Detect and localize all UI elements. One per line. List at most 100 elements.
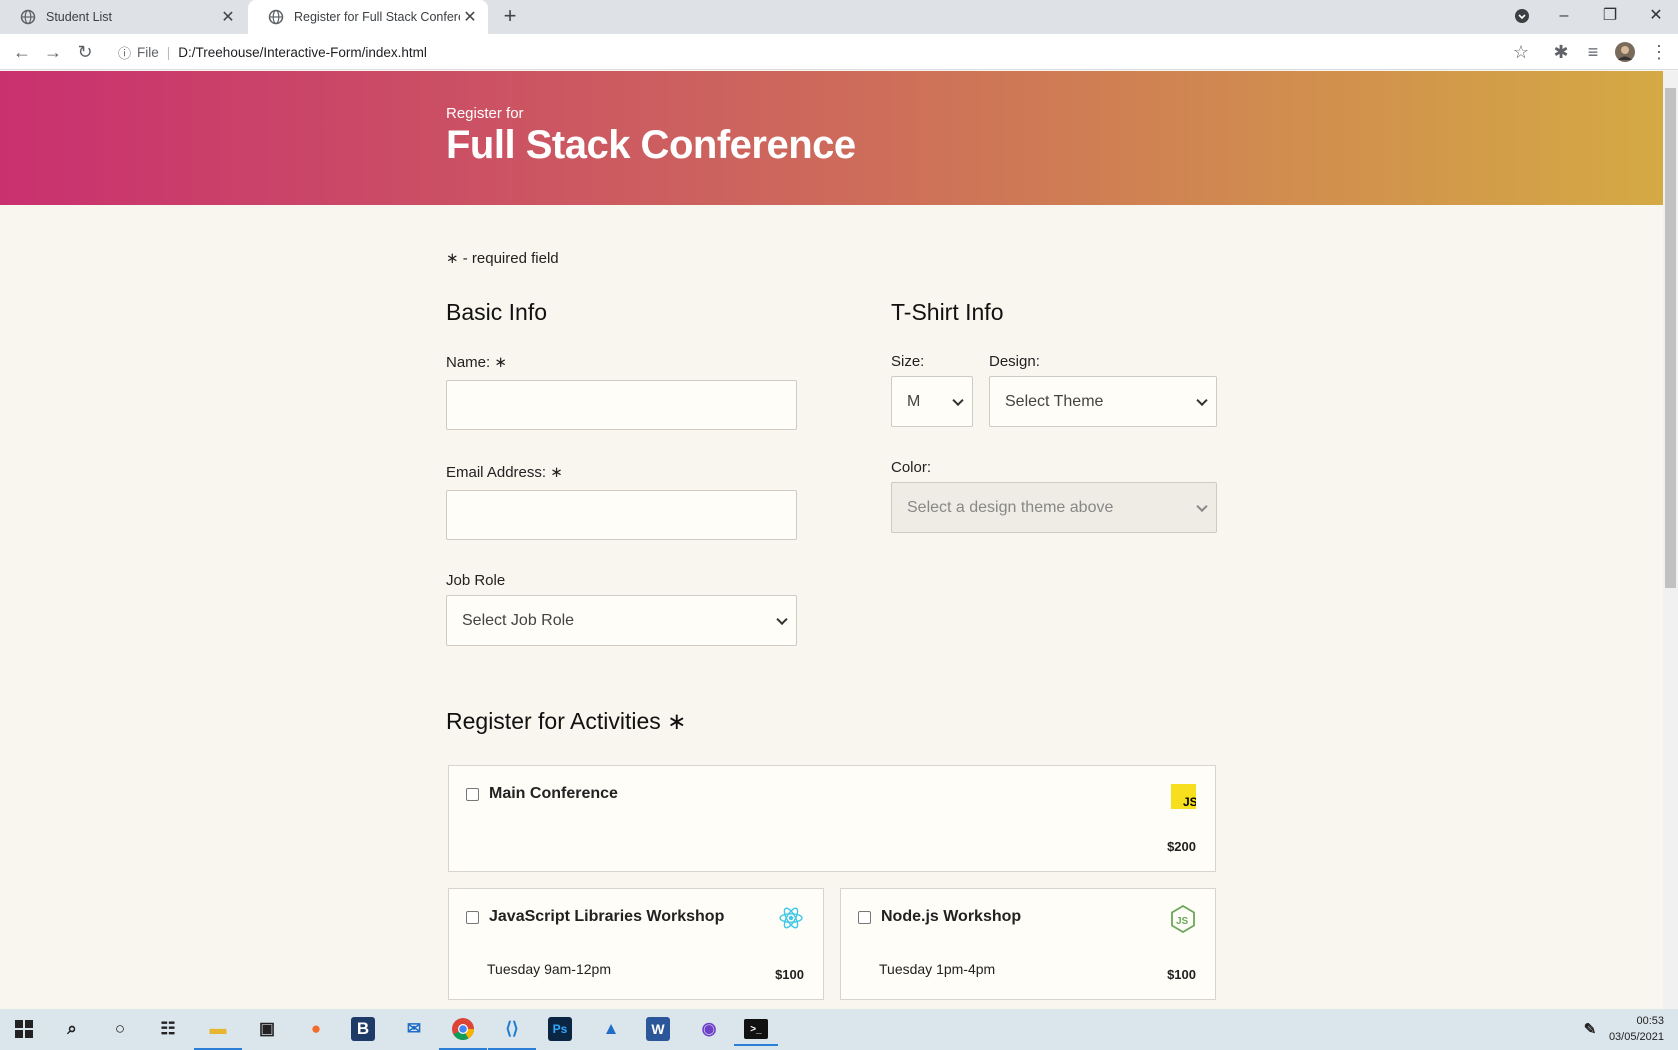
activity-name: Node.js Workshop <box>881 908 1022 925</box>
vscode-icon[interactable]: ⟨⟩ <box>488 1015 536 1050</box>
photos-icon[interactable]: ▲ <box>597 1015 625 1043</box>
color-select[interactable]: Select a design theme above <box>891 482 1217 533</box>
activity-js-libraries[interactable]: JavaScript Libraries Workshop Tuesday 9a… <box>448 888 824 1000</box>
pen-icon[interactable]: ✎ <box>1576 1015 1604 1043</box>
tab-student-list[interactable]: Student List ✕ <box>0 0 246 34</box>
restore-icon[interactable]: ❐ <box>1594 4 1626 28</box>
asterisk-icon: ∗ <box>446 250 459 267</box>
photoshop-icon[interactable]: Ps <box>548 1017 572 1041</box>
chrome-icon[interactable] <box>439 1015 487 1050</box>
asterisk-icon: ∗ <box>667 708 687 734</box>
word-icon[interactable]: W <box>646 1017 670 1041</box>
activity-name: JavaScript Libraries Workshop <box>489 908 725 925</box>
back-icon[interactable]: ← <box>10 40 34 64</box>
media-control-icon[interactable]: ≡ <box>1581 40 1605 64</box>
activity-checkbox[interactable] <box>466 788 479 801</box>
forward-icon[interactable]: → <box>41 40 65 64</box>
close-tab-icon[interactable]: ✕ <box>460 7 480 27</box>
terminal-icon[interactable]: >_ <box>734 1019 778 1046</box>
file-explorer-icon[interactable]: ▬ <box>194 1015 242 1050</box>
page-title: Full Stack Conference <box>446 123 856 167</box>
activity-time: Tuesday 1pm-4pm <box>879 961 996 977</box>
profile-avatar[interactable] <box>1613 40 1637 64</box>
size-select[interactable]: M <box>891 376 973 427</box>
job-role-select[interactable]: Select Job Role <box>446 595 797 646</box>
header-subtitle: Register for <box>446 105 524 122</box>
cortana-icon[interactable]: ○ <box>106 1015 134 1043</box>
info-icon[interactable]: ⓘ <box>118 43 131 62</box>
size-value: M <box>907 392 921 410</box>
firefox-icon[interactable]: ● <box>302 1015 330 1043</box>
react-icon <box>778 905 804 931</box>
globe-icon <box>20 9 36 25</box>
color-value: Select a design theme above <box>907 498 1114 516</box>
browser-tab-bar: Student List ✕ Register for Full Stack C… <box>0 0 1678 34</box>
github-desktop-icon[interactable]: ◉ <box>695 1015 723 1043</box>
bookmark-star-icon[interactable]: ☆ <box>1509 40 1533 64</box>
tab-title: Register for Full Stack Conference <box>294 10 460 24</box>
page-scrollbar[interactable] <box>1663 71 1678 1009</box>
job-role-value: Select Job Role <box>462 611 575 629</box>
menu-kebab-icon[interactable]: ⋮ <box>1647 40 1671 64</box>
tab-register[interactable]: Register for Full Stack Conference ✕ <box>248 0 488 34</box>
asterisk-icon: ∗ <box>494 354 507 371</box>
activity-time: Tuesday 9am-12pm <box>487 961 611 977</box>
chevron-down-icon <box>1196 500 1208 512</box>
chevron-down-icon <box>1196 394 1208 406</box>
chevron-down-icon <box>952 394 964 406</box>
store-icon[interactable]: ▣ <box>253 1015 281 1043</box>
activity-cost: $100 <box>775 967 804 982</box>
basic-info-heading: Basic Info <box>446 299 547 325</box>
minimize-icon[interactable]: – <box>1548 4 1580 28</box>
close-tab-icon[interactable]: ✕ <box>218 7 238 27</box>
bitwarden-icon[interactable]: B <box>351 1017 375 1041</box>
close-window-icon[interactable]: ✕ <box>1640 4 1672 28</box>
activity-name: Main Conference <box>489 785 618 802</box>
activities-heading: Register for Activities ∗ <box>446 708 687 734</box>
system-clock[interactable]: 00:53 03/05/2021 <box>1609 1013 1664 1045</box>
search-icon[interactable]: ⌕ <box>58 1015 86 1043</box>
name-field[interactable] <box>446 380 797 430</box>
nodejs-icon: JS <box>1170 904 1196 934</box>
scrollbar-thumb[interactable] <box>1665 88 1676 588</box>
name-label: Name: ∗ <box>446 354 507 371</box>
task-view-icon[interactable]: ☷ <box>154 1015 182 1043</box>
activity-main-conference[interactable]: Main Conference JS $200 <box>448 765 1216 872</box>
reload-icon[interactable]: ↻ <box>73 40 97 64</box>
activity-cost: $200 <box>1167 839 1196 854</box>
browser-toolbar: ← → ↻ ⓘ File | D:/Treehouse/Interactive-… <box>0 34 1678 70</box>
required-note: ∗ - required field <box>446 249 559 267</box>
new-tab-icon[interactable]: + <box>498 5 522 29</box>
required-note-text: - required field <box>462 250 559 267</box>
activity-cost: $100 <box>1167 967 1196 982</box>
extensions-icon[interactable]: ✱ <box>1549 40 1573 64</box>
address-prefix: File <box>137 44 159 60</box>
asterisk-icon: ∗ <box>550 464 563 481</box>
mail-icon[interactable]: ✉ <box>400 1015 428 1043</box>
windows-start-icon[interactable] <box>10 1015 38 1043</box>
email-field[interactable] <box>446 490 797 540</box>
clock-date: 03/05/2021 <box>1608 1031 1664 1043</box>
activity-checkbox[interactable] <box>466 911 479 924</box>
job-role-label: Job Role <box>446 572 506 589</box>
page-viewport: Register for Full Stack Conference ∗ - r… <box>0 71 1663 1009</box>
size-label: Size: <box>891 353 925 370</box>
svg-text:JS: JS <box>1176 916 1189 927</box>
address-bar[interactable]: ⓘ File | D:/Treehouse/Interactive-Form/i… <box>108 39 1544 65</box>
address-divider: | <box>166 44 171 60</box>
js-icon: JS <box>1171 784 1198 809</box>
chevron-down-icon <box>776 613 788 625</box>
design-label: Design: <box>989 353 1040 370</box>
tab-title: Student List <box>46 10 113 24</box>
globe-icon <box>268 9 284 25</box>
page-header: Register for Full Stack Conference <box>0 71 1663 205</box>
design-value: Select Theme <box>1005 392 1104 410</box>
activity-checkbox[interactable] <box>858 911 871 924</box>
activity-nodejs[interactable]: Node.js Workshop JS Tuesday 1pm-4pm $100 <box>840 888 1216 1000</box>
svg-text:JS: JS <box>1183 795 1196 809</box>
email-label: Email Address: ∗ <box>446 464 563 481</box>
color-label: Color: <box>891 459 932 476</box>
clock-time: 00:53 <box>1636 1015 1664 1027</box>
design-select[interactable]: Select Theme <box>989 376 1217 427</box>
tab-search-icon[interactable] <box>1506 4 1538 28</box>
